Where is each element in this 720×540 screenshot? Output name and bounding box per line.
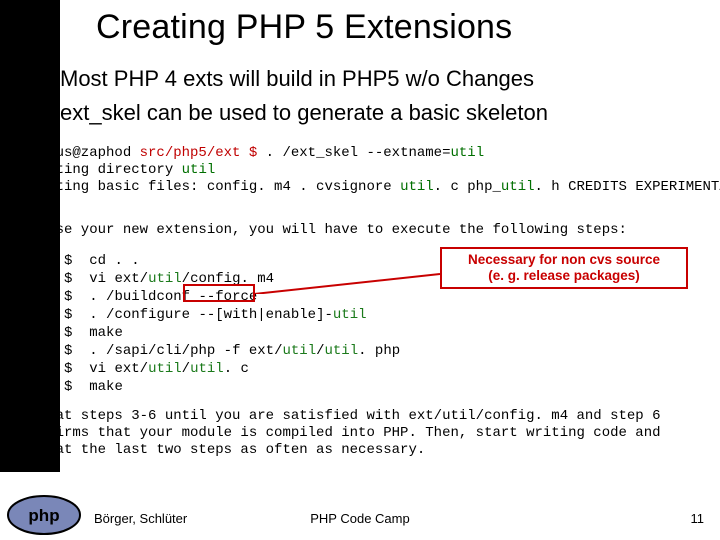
repeat-instructions: Repeat steps 3-6 until you are satisfied… <box>22 408 698 459</box>
footer-page-number: 11 <box>691 511 705 526</box>
slide: Creating PHP 5 Extensions ☑ ☑ Most PHP 4… <box>0 0 720 540</box>
check-icon: ☑ <box>14 64 37 95</box>
footer-center: PHP Code Camp <box>0 511 720 526</box>
callout-line2: (e. g. release packages) <box>488 268 640 284</box>
callout-box: Necessary for non cvs source (e. g. rele… <box>440 247 688 289</box>
force-highlight-box <box>183 284 255 302</box>
check-icon: ☑ <box>14 98 37 129</box>
callout-line1: Necessary for non cvs source <box>468 252 660 268</box>
bullet-text: Most PHP 4 exts will build in PHP5 w/o C… <box>60 66 534 92</box>
footer: php Börger, Schlüter PHP Code Camp 11 <box>0 472 720 540</box>
terminal-output: marcus@zaphod src/php5/ext $ . /ext_skel… <box>22 145 698 196</box>
slide-title: Creating PHP 5 Extensions <box>96 8 512 47</box>
steps-list: 1. $ cd . . 2. $ vi ext/util/config. m4 … <box>22 252 400 396</box>
instruction-text: To use your new extension, you will have… <box>22 222 698 238</box>
bullet-text: ext_skel can be used to generate a basic… <box>60 100 548 126</box>
